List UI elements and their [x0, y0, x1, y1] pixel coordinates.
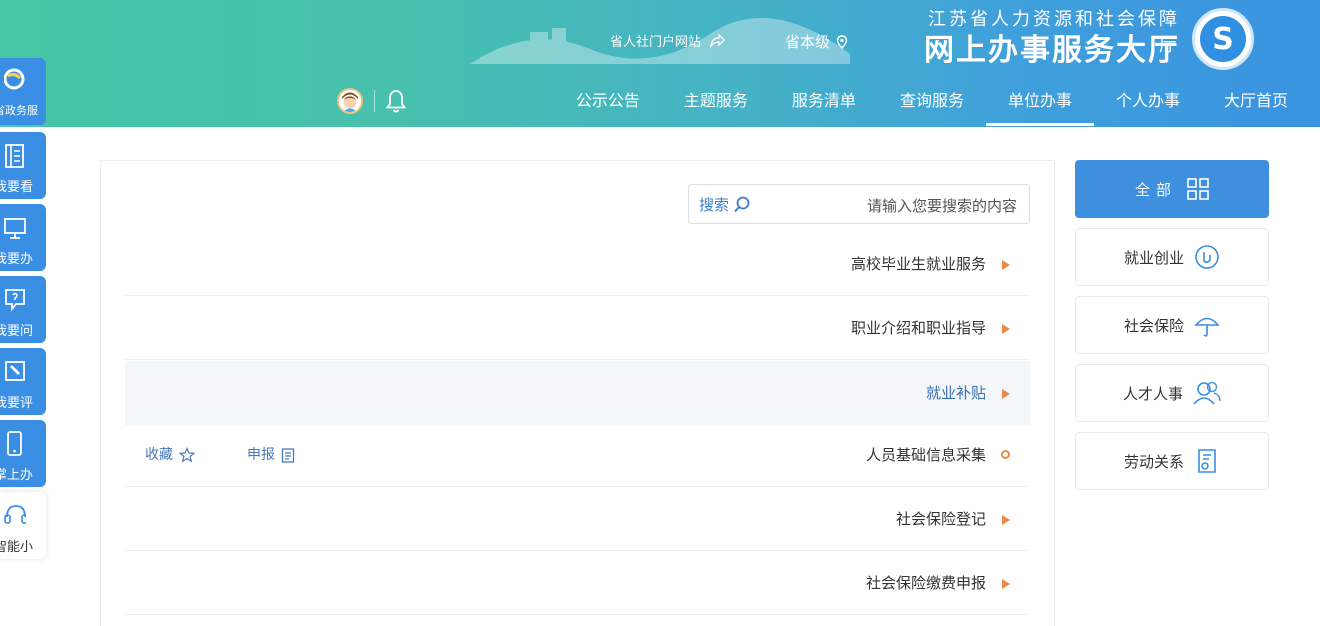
list-item-name: 社会保险登记 [895, 510, 986, 528]
portal-link-label: 省人社门户网站 [610, 35, 702, 50]
grid-icon [1187, 178, 1209, 200]
list-item-name: 高校毕业生就业服务 [850, 255, 986, 273]
list-item-name: 人员基础信息采集 [865, 446, 986, 464]
star-icon [179, 447, 195, 463]
search-button[interactable]: 搜索 [699, 194, 751, 215]
apply-button-label: 申报 [247, 447, 275, 463]
category-talent[interactable]: 人才人事 [1075, 364, 1269, 422]
site-header: S 江苏省人力资源和社会保障厅 网上办事服务大厅 省本级 省人社门户网站 大厅首… [0, 0, 1320, 127]
category-label: 全部 [1134, 180, 1177, 199]
nav-item-theme[interactable]: 主题服务 [662, 76, 770, 126]
expand-arrow-icon [1002, 260, 1010, 270]
favorite-button-label: 收藏 [145, 447, 173, 463]
umbrella-icon [1194, 317, 1220, 337]
category-label: 社会保险 [1123, 316, 1184, 335]
form-icon [281, 448, 295, 463]
monitor-icon [4, 218, 26, 239]
float-item-label: 智能小 [0, 540, 34, 555]
people-icon [1193, 381, 1221, 405]
float-item-mobile[interactable]: 掌上办 [0, 420, 46, 487]
float-item-label: 掌上办 [0, 468, 34, 483]
category-labor-relations[interactable]: 劳动关系 [1075, 432, 1269, 490]
nav-item-query[interactable]: 查询服务 [878, 76, 986, 126]
headset-icon [4, 505, 26, 524]
float-item-label: 我要办 [0, 252, 34, 267]
list-item[interactable]: 社会保险缴费申报 [125, 551, 1030, 615]
portal-link[interactable]: 省人社门户网站 [610, 31, 725, 50]
government-service-icon [4, 68, 25, 90]
list-item[interactable]: 人员基础信息采集 申报 收藏 [125, 423, 1030, 487]
site-title: 网上办事服务大厅 [924, 33, 1180, 68]
region-label: 省本级 [785, 33, 831, 51]
nav-item-organization[interactable]: 单位办事 [985, 76, 1094, 126]
nav-item-personal[interactable]: 个人办事 [1094, 76, 1202, 126]
category-label: 劳动关系 [1123, 452, 1184, 471]
category-social-insurance[interactable]: 社会保险 [1075, 296, 1269, 354]
main-nav: 大厅首页 个人办事 单位办事 查询服务 服务清单 主题服务 公示公告 [430, 76, 1310, 126]
list-item-name: 职业介绍和职业指导 [850, 319, 986, 337]
float-item-label: 我要评 [0, 396, 34, 411]
float-item-view[interactable]: 我要看 [0, 132, 46, 199]
float-item-gov-service[interactable]: 省政务服 [0, 58, 46, 125]
contract-icon [1198, 449, 1216, 473]
float-item-label: 我要看 [0, 180, 34, 195]
category-label: 就业创业 [1123, 248, 1184, 267]
notification-bell-icon[interactable] [384, 88, 408, 114]
list-item-name: 就业补贴 [925, 384, 986, 402]
nav-item-announcements[interactable]: 公示公告 [554, 76, 662, 126]
search-box[interactable]: 请输入您要搜索的内容 搜索 [688, 184, 1030, 224]
site-logo[interactable]: S [1192, 8, 1254, 70]
list-item[interactable]: 社会保险登记 [125, 487, 1030, 551]
nav-divider [374, 90, 375, 112]
float-item-label: 省政务服 [0, 104, 38, 117]
expand-arrow-icon [1002, 515, 1010, 525]
bullet-circle-icon [1001, 450, 1010, 459]
list-item[interactable]: 高校毕业生就业服务 [125, 232, 1030, 296]
float-item-assistant[interactable]: 智能小 [0, 492, 46, 559]
expand-arrow-icon [1002, 324, 1010, 334]
category-employment[interactable]: 就业创业 [1075, 228, 1269, 286]
list-item-highlighted[interactable]: 就业补贴 [125, 361, 1030, 425]
search-icon [734, 196, 750, 212]
chat-question-icon [5, 289, 25, 312]
external-link-icon [710, 33, 725, 48]
category-label: 人才人事 [1122, 384, 1183, 403]
search-button-label: 搜索 [699, 196, 730, 214]
float-item-do[interactable]: 我要办 [0, 204, 46, 271]
favorite-button[interactable]: 收藏 [145, 423, 195, 487]
employment-icon [1195, 245, 1219, 269]
float-item-label: 我要问 [0, 324, 34, 339]
apply-button[interactable]: 申报 [247, 423, 295, 487]
nav-item-home[interactable]: 大厅首页 [1202, 76, 1310, 126]
logo-emblem-icon: S [1200, 16, 1246, 62]
search-input[interactable]: 请输入您要搜索的内容 [867, 195, 1017, 216]
expand-arrow-icon [1002, 389, 1010, 399]
mobile-icon [7, 431, 22, 456]
float-item-ask[interactable]: 我要问 [0, 276, 46, 343]
list-item-name: 社会保险缴费申报 [865, 574, 986, 592]
region-selector[interactable]: 省本级 [785, 31, 848, 52]
location-pin-icon [836, 34, 848, 49]
book-icon [5, 144, 24, 168]
float-item-review[interactable]: 我要评 [0, 348, 46, 415]
category-all[interactable]: 全部 [1075, 160, 1269, 218]
edit-icon [5, 361, 25, 381]
expand-arrow-icon [1002, 579, 1010, 589]
user-avatar[interactable] [337, 88, 363, 114]
avatar-face-icon [339, 90, 361, 112]
nav-item-service-list[interactable]: 服务清单 [770, 76, 878, 126]
list-item[interactable]: 职业介绍和职业指导 [125, 296, 1030, 360]
